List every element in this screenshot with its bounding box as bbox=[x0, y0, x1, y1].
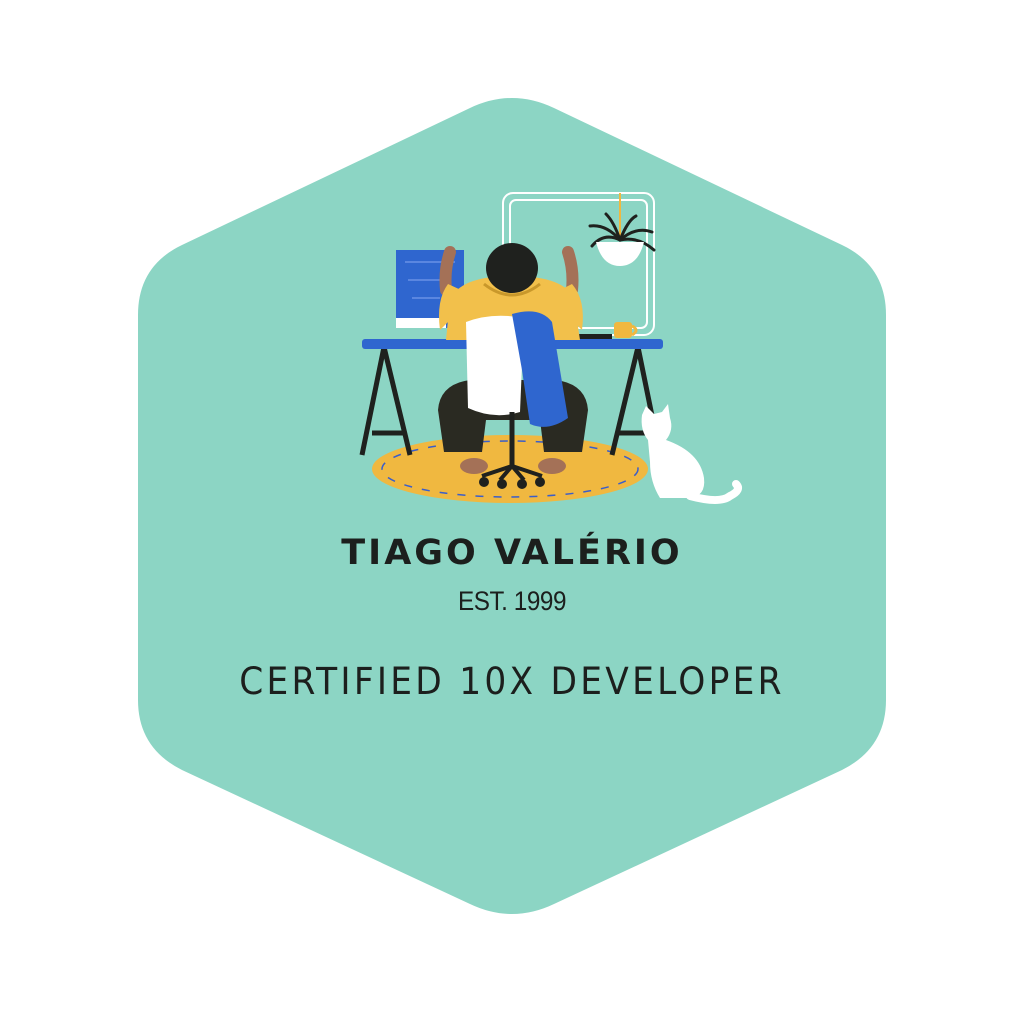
certification-title: CERTIFIED 10X DEVELOPER bbox=[239, 660, 785, 703]
badge bbox=[138, 98, 886, 914]
badge-hexagon bbox=[138, 98, 886, 914]
developer-name: TIAGO VALÉRIO bbox=[341, 533, 683, 573]
established-year: EST. 1999 bbox=[457, 586, 567, 616]
